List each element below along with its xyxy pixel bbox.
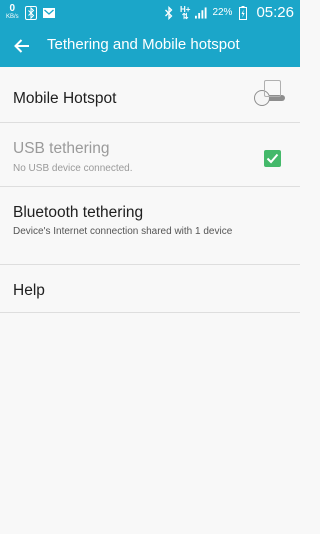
usb-tethering-summary: No USB device connected. — [13, 163, 133, 174]
signal-strength-icon — [195, 6, 207, 20]
bluetooth-tethering-checkbox[interactable] — [264, 150, 281, 167]
back-button[interactable] — [10, 34, 34, 58]
bluetooth-notification-icon — [24, 5, 37, 20]
net-speed-value: 0 — [9, 2, 16, 14]
page-title: Tethering and Mobile hotspot — [47, 36, 240, 53]
status-bar: 0 KB/s H+ ⇅ 22% 05:26 — [0, 0, 300, 25]
help-row[interactable]: Help — [0, 265, 300, 313]
bluetooth-icon — [163, 5, 175, 20]
bluetooth-tethering-row[interactable]: Bluetooth tethering Device's Internet co… — [0, 187, 300, 265]
back-arrow-icon — [14, 39, 29, 53]
data-activity-arrows-icon: ⇅ — [181, 11, 189, 21]
settings-list: Mobile Hotspot USB tethering No USB devi… — [0, 67, 300, 313]
usb-tethering-checkbox[interactable] — [264, 80, 281, 97]
help-label: Help — [13, 282, 45, 299]
network-type-indicator: H+ ⇅ — [180, 5, 190, 21]
mobile-hotspot-row[interactable]: Mobile Hotspot — [0, 67, 300, 123]
bluetooth-tethering-label: Bluetooth tethering — [13, 204, 144, 221]
status-right-icons: H+ ⇅ 22% 05:26 — [163, 0, 294, 25]
clock: 05:26 — [256, 4, 294, 21]
net-speed-indicator: 0 KB/s — [6, 2, 19, 21]
battery-charging-icon — [237, 5, 249, 20]
battery-percentage: 22% — [212, 7, 233, 18]
bluetooth-tethering-summary: Device's Internet connection shared with… — [13, 226, 233, 237]
usb-tethering-label: USB tethering — [13, 140, 110, 157]
net-speed-unit: KB/s — [6, 13, 19, 20]
mobile-hotspot-label: Mobile Hotspot — [13, 90, 117, 107]
usb-tethering-row[interactable]: USB tethering No USB device connected. — [0, 123, 300, 187]
status-left-icons: 0 KB/s — [6, 2, 55, 23]
app-bar: Tethering and Mobile hotspot — [0, 25, 300, 67]
checkmark-icon — [266, 153, 279, 164]
email-icon — [42, 6, 55, 20]
